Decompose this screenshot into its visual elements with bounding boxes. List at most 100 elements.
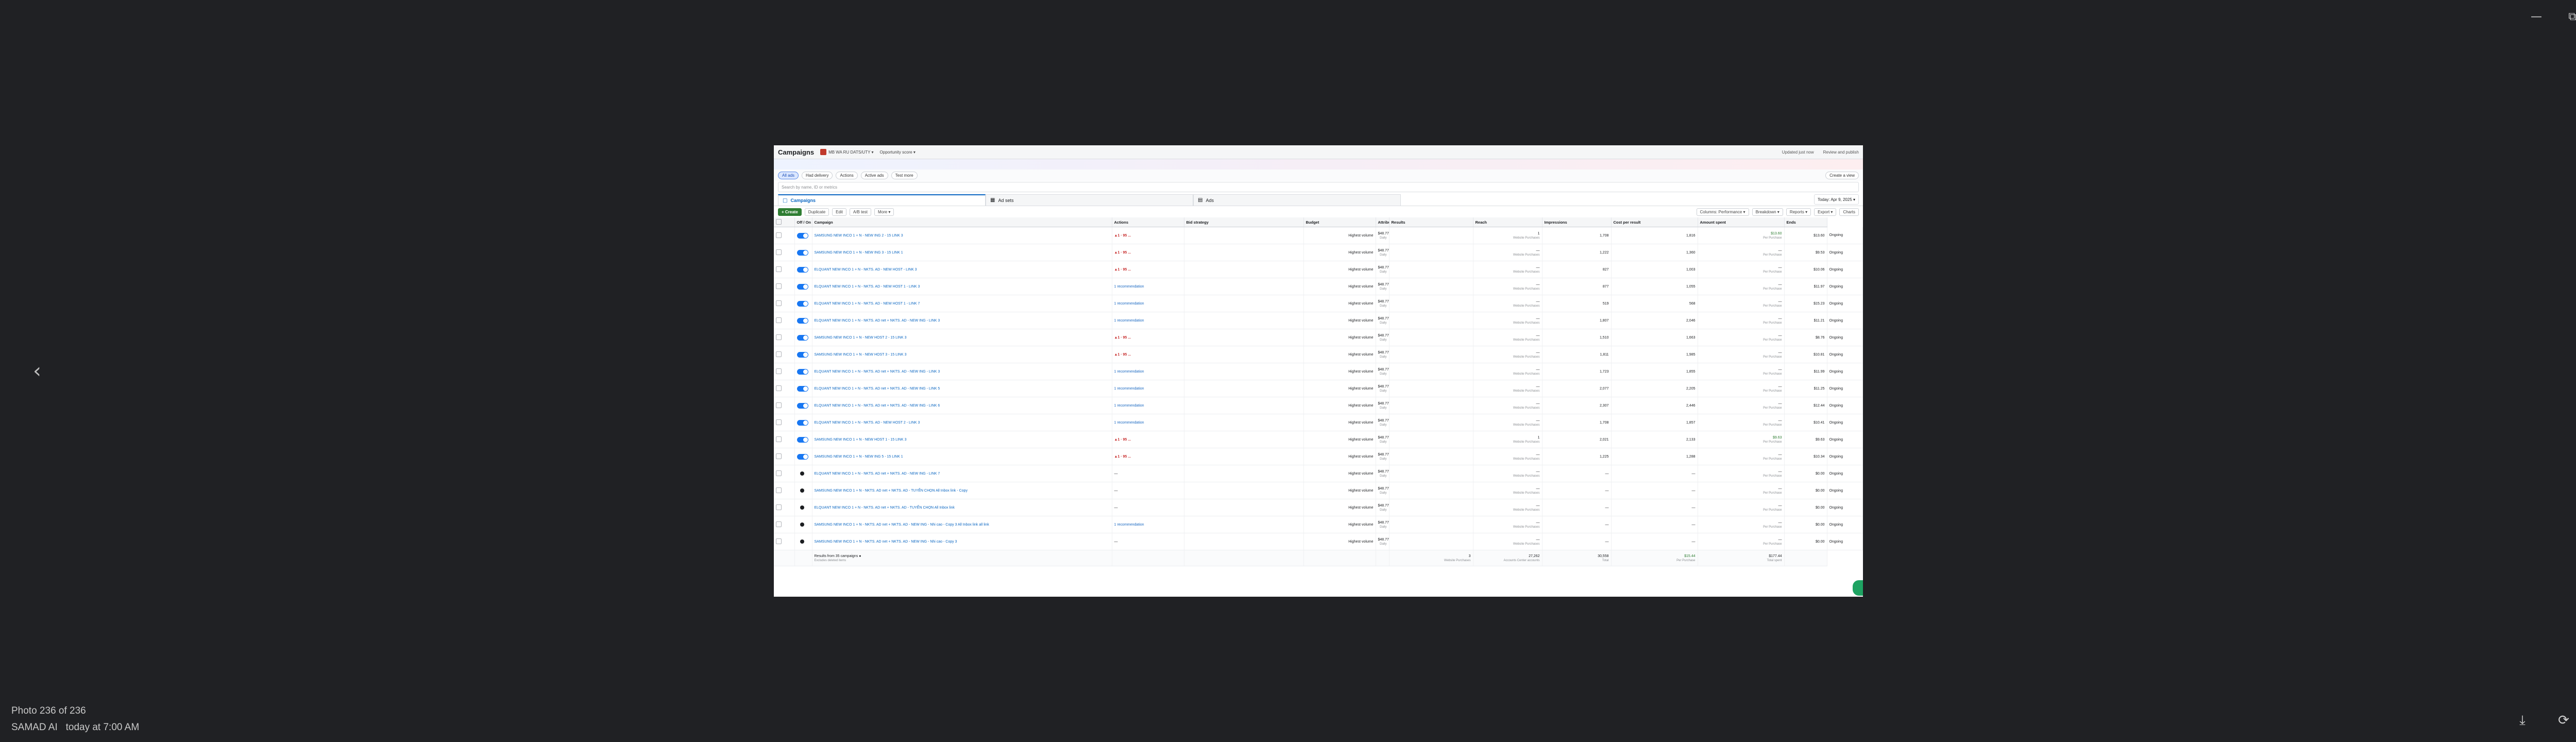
- row-checkbox[interactable]: [776, 300, 782, 306]
- campaign-name-link[interactable]: ELQUANT NEW INCO 1 + N - NKTS. AD net + …: [815, 506, 955, 510]
- budget-value[interactable]: $48.77 0847: [1378, 351, 1389, 355]
- budget-value[interactable]: $48.77 0847: [1378, 487, 1389, 491]
- table-row[interactable]: SAMSUNG NEW INCO 1 + N - NEW ING 5 - 15 …: [774, 448, 1863, 465]
- col-results[interactable]: Results: [1389, 217, 1473, 227]
- campaign-name-link[interactable]: SAMSUNG NEW INCO 1 + N - NKTS. AD net + …: [815, 523, 989, 527]
- table-row[interactable]: ELQUANT NEW INCO 1 + N - NKTS. AD net + …: [774, 499, 1863, 516]
- ab-test-button[interactable]: A/B test: [849, 208, 871, 216]
- campaign-action[interactable]: 1 recommendation: [1114, 387, 1144, 391]
- budget-value[interactable]: $48.77 0847: [1378, 266, 1389, 269]
- campaign-toggle[interactable]: [796, 249, 808, 256]
- campaign-action[interactable]: —: [1114, 472, 1118, 476]
- minimize-icon[interactable]: —: [2518, 7, 2554, 26]
- budget-value[interactable]: $48.77 0847: [1378, 334, 1389, 338]
- campaign-action[interactable]: 1 recommendation: [1114, 285, 1144, 289]
- filter-test-more[interactable]: Test more: [891, 171, 918, 179]
- more-button[interactable]: More ▾: [874, 208, 894, 216]
- col-on-off[interactable]: Off / On: [794, 217, 812, 227]
- row-checkbox[interactable]: [776, 402, 782, 408]
- budget-value[interactable]: $48.77 0847: [1378, 283, 1389, 286]
- campaign-name-link[interactable]: ELQUANT NEW INCO 1 + N - NKTS. AD - NEW …: [815, 285, 920, 289]
- table-row[interactable]: SAMSUNG NEW INCO 1 + N - NKTS. AD net + …: [774, 533, 1863, 550]
- col-ends[interactable]: Ends: [1784, 217, 1827, 227]
- campaign-name-link[interactable]: ELQUANT NEW INCO 1 + N - NKTS. AD net + …: [815, 387, 940, 391]
- campaign-toggle[interactable]: [796, 334, 808, 341]
- budget-value[interactable]: $48.77 0847: [1378, 521, 1389, 525]
- reports-button[interactable]: Reports ▾: [1786, 208, 1811, 216]
- campaign-toggle[interactable]: [796, 419, 808, 426]
- row-checkbox[interactable]: [776, 470, 782, 476]
- campaign-toggle[interactable]: [796, 300, 808, 307]
- opportunity-score[interactable]: Opportunity score ▾: [880, 150, 916, 155]
- campaign-action[interactable]: 1 recommendation: [1114, 523, 1144, 527]
- col-budget[interactable]: Budget: [1303, 217, 1376, 227]
- row-checkbox[interactable]: [776, 521, 782, 527]
- select-all[interactable]: [774, 217, 795, 227]
- charts-button[interactable]: Charts: [1839, 208, 1859, 216]
- row-checkbox[interactable]: [776, 504, 782, 510]
- campaign-action[interactable]: ▲1 · 95 ...: [1114, 353, 1131, 357]
- help-chat-button[interactable]: [1853, 580, 1863, 596]
- review-publish-button[interactable]: Review and publish: [1823, 150, 1859, 155]
- campaign-action[interactable]: —: [1114, 506, 1118, 510]
- campaign-name-link[interactable]: ELQUANT NEW INCO 1 + N - NKTS. AD net + …: [815, 472, 940, 476]
- budget-value[interactable]: $48.77 0847: [1378, 368, 1389, 372]
- table-row[interactable]: SAMSUNG NEW INCO 1 + N - NEW HOST 3 - 15…: [774, 346, 1863, 363]
- campaign-name-link[interactable]: ELQUANT NEW INCO 1 + N - NKTS. AD net + …: [815, 370, 940, 374]
- row-checkbox[interactable]: [776, 266, 782, 272]
- duplicate-button[interactable]: Duplicate: [804, 208, 829, 216]
- row-checkbox[interactable]: [776, 453, 782, 459]
- row-checkbox[interactable]: [776, 538, 782, 544]
- table-row[interactable]: ELQUANT NEW INCO 1 + N - NKTS. AD net + …: [774, 465, 1863, 482]
- row-checkbox[interactable]: [776, 368, 782, 374]
- col-bid-strategy[interactable]: Bid strategy: [1184, 217, 1304, 227]
- campaign-toggle[interactable]: [796, 317, 808, 324]
- campaign-name-link[interactable]: SAMSUNG NEW INCO 1 + N - NEW HOST 1 - 15…: [815, 438, 907, 442]
- tab-ads[interactable]: ▤ Ads: [1193, 194, 1401, 206]
- campaign-name-link[interactable]: ELQUANT NEW INCO 1 + N - NKTS. AD net + …: [815, 404, 940, 408]
- budget-value[interactable]: $48.77 0847: [1378, 249, 1389, 252]
- campaign-toggle[interactable]: [796, 351, 808, 358]
- table-row[interactable]: ELQUANT NEW INCO 1 + N - NKTS. AD net + …: [774, 312, 1863, 329]
- campaign-action[interactable]: ▲1 · 95 ...: [1114, 234, 1131, 238]
- campaign-action[interactable]: 1 recommendation: [1114, 421, 1144, 425]
- export-button[interactable]: Export ▾: [1814, 208, 1837, 216]
- row-checkbox[interactable]: [776, 283, 782, 289]
- campaign-name-link[interactable]: SAMSUNG NEW INCO 1 + N - NEW HOST 2 - 15…: [815, 336, 907, 340]
- table-row[interactable]: ELQUANT NEW INCO 1 + N - NKTS. AD net + …: [774, 380, 1863, 397]
- campaign-name-link[interactable]: SAMSUNG NEW INCO 1 + N - NEW ING 5 - 15 …: [815, 455, 903, 459]
- table-row[interactable]: SAMSUNG NEW INCO 1 + N - NEW ING 3 - 15 …: [774, 244, 1863, 261]
- row-checkbox[interactable]: [776, 317, 782, 323]
- campaign-name-link[interactable]: SAMSUNG NEW INCO 1 + N - NEW ING 2 - 15 …: [815, 234, 903, 238]
- tab-ad-sets[interactable]: ▦ Ad sets: [986, 194, 1193, 206]
- table-row[interactable]: ELQUANT NEW INCO 1 + N - NKTS. AD - NEW …: [774, 414, 1863, 431]
- budget-value[interactable]: $48.77 0847: [1378, 300, 1389, 303]
- budget-value[interactable]: $48.77 0847: [1378, 504, 1389, 508]
- table-row[interactable]: SAMSUNG NEW INCO 1 + N - NKTS. AD net + …: [774, 516, 1863, 533]
- campaign-toggle[interactable]: [796, 453, 808, 460]
- budget-value[interactable]: $48.77 0847: [1378, 419, 1389, 423]
- col-amount-spent[interactable]: Amount spent: [1698, 217, 1785, 227]
- budget-value[interactable]: $48.77 0847: [1378, 538, 1389, 542]
- tab-campaigns[interactable]: □ Campaigns: [778, 194, 986, 206]
- campaign-name-link[interactable]: ELQUANT NEW INCO 1 + N - NKTS. AD - NEW …: [815, 302, 920, 306]
- search-input[interactable]: Search by name, ID or metrics: [778, 182, 1859, 192]
- campaign-action[interactable]: 1 recommendation: [1114, 302, 1144, 306]
- row-checkbox[interactable]: [776, 351, 782, 357]
- row-checkbox[interactable]: [776, 436, 782, 442]
- campaign-action[interactable]: ▲1 · 95 ...: [1114, 455, 1131, 459]
- campaign-name-link[interactable]: ELQUANT NEW INCO 1 + N - NKTS. AD net + …: [815, 319, 940, 323]
- campaign-action[interactable]: ▲1 · 95 ...: [1114, 268, 1131, 272]
- budget-value[interactable]: $48.77 0847: [1378, 232, 1389, 235]
- row-checkbox[interactable]: [776, 249, 782, 255]
- budget-value[interactable]: $48.77 0847: [1378, 317, 1389, 321]
- columns-button[interactable]: Columns: Performance ▾: [1696, 208, 1749, 216]
- budget-value[interactable]: $48.77 0847: [1378, 385, 1389, 389]
- table-row[interactable]: SAMSUNG NEW INCO 1 + N - NEW ING 2 - 15 …: [774, 227, 1863, 244]
- col-attribution[interactable]: Attribution setting: [1376, 217, 1389, 227]
- campaign-name-link[interactable]: ELQUANT NEW INCO 1 + N - NKTS. AD - NEW …: [815, 268, 917, 272]
- table-row[interactable]: SAMSUNG NEW INCO 1 + N - NEW HOST 1 - 15…: [774, 431, 1863, 448]
- campaign-toggle[interactable]: [796, 266, 808, 273]
- campaign-action[interactable]: 1 recommendation: [1114, 319, 1144, 323]
- rotate-icon[interactable]: ⟳: [2543, 709, 2576, 732]
